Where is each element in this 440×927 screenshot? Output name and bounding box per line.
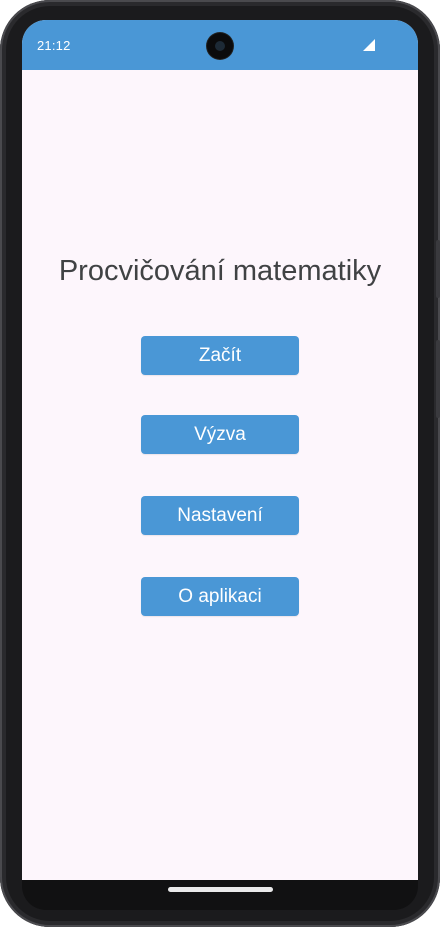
- main-menu: Procvičování matematiky Začít Výzva Nast…: [22, 70, 418, 880]
- about-button[interactable]: O aplikaci: [141, 577, 299, 616]
- settings-button[interactable]: Nastavení: [141, 496, 299, 535]
- page-title: Procvičování matematiky: [58, 255, 382, 287]
- power-button: [436, 240, 440, 298]
- volume-button: [436, 340, 440, 418]
- start-button[interactable]: Začít: [141, 336, 299, 375]
- status-bar: 21:12: [22, 20, 418, 70]
- phone-frame: 21:12 Procvičování matematiky Začít Výzv…: [0, 0, 440, 927]
- navigation-bar: [22, 880, 418, 910]
- screen: 21:12 Procvičování matematiky Začít Výzv…: [22, 20, 418, 880]
- status-time: 21:12: [37, 38, 71, 53]
- home-indicator[interactable]: [168, 887, 273, 892]
- challenge-button[interactable]: Výzva: [141, 415, 299, 454]
- camera-cutout: [207, 33, 233, 59]
- signal-icon: [363, 39, 375, 51]
